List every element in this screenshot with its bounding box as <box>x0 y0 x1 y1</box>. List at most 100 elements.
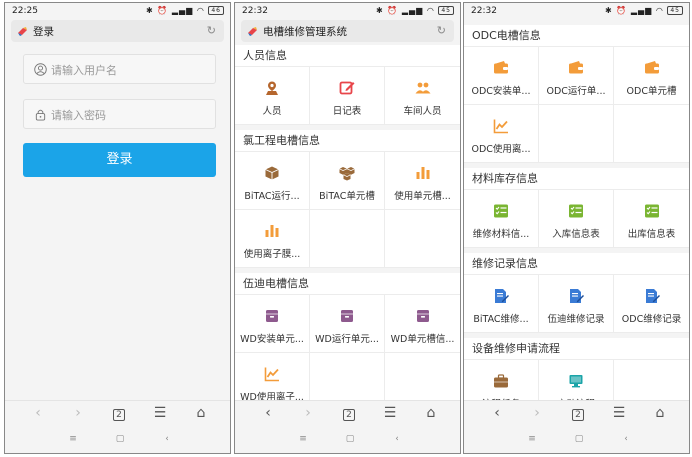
menu-item[interactable]: 使用单元槽... <box>385 152 460 210</box>
menu-grid: 流程任务启动流程 <box>464 360 689 400</box>
menu-item[interactable]: 维修材料信... <box>464 190 539 248</box>
browser-nav-bar: ‹ › 2 ☰ ⌂ <box>464 400 689 425</box>
wallet-icon <box>569 61 583 74</box>
back-icon[interactable]: ‹ <box>259 404 277 422</box>
home-icon[interactable]: ⌂ <box>192 404 210 422</box>
back-icon[interactable]: ‹ <box>488 404 506 422</box>
forward-icon[interactable]: › <box>299 404 317 422</box>
recents-icon[interactable]: ≡ <box>67 433 79 445</box>
tabs-button[interactable]: 2 <box>569 404 587 422</box>
menu-icon[interactable]: ☰ <box>610 404 628 422</box>
briefcase-icon <box>494 374 508 388</box>
refresh-icon[interactable]: ↻ <box>207 24 216 37</box>
menu-item[interactable]: 车间人员 <box>385 67 460 125</box>
menu-grid: WD安装单元... WD运行单元... WD单元槽信... WD使用离子... <box>235 295 460 400</box>
app-logo-icon <box>248 27 257 36</box>
section-repair-records: 维修记录信息 BiTAC维修... 伍迪维修记录 ODC维修记录 <box>464 253 689 333</box>
back-system-icon[interactable]: ‹ <box>161 433 173 445</box>
menu-item[interactable]: BiTAC维修... <box>464 275 539 333</box>
login-button[interactable]: 登录 <box>23 143 216 177</box>
home-system-icon[interactable]: ▢ <box>114 433 126 445</box>
menu-item[interactable]: ODC维修记录 <box>614 275 689 333</box>
menu-item[interactable]: WD安装单元... <box>235 295 310 353</box>
menu-item[interactable]: 出库信息表 <box>614 190 689 248</box>
archive-icon <box>266 310 278 322</box>
username-input[interactable]: 请输入用户名 <box>23 54 216 84</box>
menu-item[interactable]: 流程任务 <box>464 360 539 400</box>
menu-icon[interactable]: ☰ <box>381 404 399 422</box>
cubes-icon <box>339 167 355 181</box>
status-time: 22:25 <box>12 6 38 16</box>
back-system-icon[interactable]: ‹ <box>391 433 403 445</box>
status-time: 22:32 <box>471 6 497 16</box>
menu-item[interactable]: 入库信息表 <box>539 190 614 248</box>
tab-count: 2 <box>113 409 125 421</box>
menu-item[interactable]: WD运行单元... <box>310 295 385 353</box>
menu-item-label: 入库信息表 <box>552 229 600 240</box>
status-icons: ✱ ⏰ ▂▄▆ ◠ 46 <box>146 6 224 15</box>
home-system-icon[interactable]: ▢ <box>344 433 356 445</box>
recents-icon[interactable]: ≡ <box>526 433 538 445</box>
section-personnel: 人员信息 人员 日记表 车间人员 <box>235 45 460 125</box>
back-icon[interactable]: ‹ <box>29 404 47 422</box>
recents-icon[interactable]: ≡ <box>297 433 309 445</box>
menu-item-label: WD运行单元... <box>315 334 379 345</box>
home-icon[interactable]: ⌂ <box>651 404 669 422</box>
empty-cell <box>385 353 460 400</box>
menu-item[interactable]: WD使用离子... <box>235 353 310 400</box>
browser-nav-bar: ‹ › 2 ☰ ⌂ <box>5 400 230 425</box>
menu-item-label: ODC单元槽 <box>626 86 677 97</box>
menu-item[interactable]: ODC使用离... <box>464 105 539 163</box>
section-wudi-cells: 伍迪电槽信息 WD安装单元... WD运行单元... WD单元槽信... WD使用离子… <box>235 273 460 400</box>
status-icons: ✱ ⏰ ▂▄▆ ◠ 45 <box>376 6 454 15</box>
section-title: 维修记录信息 <box>464 253 689 275</box>
cube-icon <box>265 166 279 180</box>
menu-item-label: 出库信息表 <box>627 229 676 240</box>
password-input[interactable]: 请输入密码 <box>23 99 216 129</box>
menu-item-label: 车间人员 <box>403 106 442 117</box>
tab-count: 2 <box>343 409 355 421</box>
bar-chart-icon <box>265 225 279 237</box>
doc-edit-icon <box>495 289 509 303</box>
signal-icon: ▂▄▆ <box>630 6 653 15</box>
tabs-button[interactable]: 2 <box>340 404 358 422</box>
section-title: ODC电槽信息 <box>464 25 689 47</box>
home-icon[interactable]: ⌂ <box>422 404 440 422</box>
bluetooth-icon: ✱ <box>146 6 154 15</box>
forward-icon[interactable]: › <box>69 404 87 422</box>
menu-item[interactable]: 伍迪维修记录 <box>539 275 614 333</box>
status-time: 22:32 <box>242 6 268 16</box>
status-bar: 22:32 ✱ ⏰ ▂▄▆ ◠ 45 <box>235 3 460 19</box>
tab-count: 2 <box>572 409 584 421</box>
bluetooth-icon: ✱ <box>376 6 384 15</box>
section-odc-cells: ODC电槽信息 ODC安装单... ODC运行单... ODC单元槽 ODC使用离..… <box>464 25 689 163</box>
page-title: 电槽维修管理系统 <box>263 26 347 38</box>
doc-edit-icon <box>645 289 660 303</box>
menu-item[interactable]: WD单元槽信... <box>385 295 460 353</box>
section-repair-workflow: 设备维修申请流程 流程任务启动流程 <box>464 338 689 400</box>
refresh-icon[interactable]: ↻ <box>437 24 446 37</box>
wifi-icon: ◠ <box>426 6 435 15</box>
forward-icon[interactable]: › <box>528 404 546 422</box>
lock-icon <box>35 109 46 121</box>
menu-item[interactable]: ODC单元槽 <box>614 47 689 105</box>
menu-item[interactable]: 使用离子膜... <box>235 210 310 268</box>
menu-item[interactable]: BiTAC单元槽 <box>310 152 385 210</box>
empty-cell <box>614 105 689 163</box>
menu-item[interactable]: ODC安装单... <box>464 47 539 105</box>
menu-item[interactable]: 人员 <box>235 67 310 125</box>
menu-item[interactable]: BiTAC运行... <box>235 152 310 210</box>
menu-item[interactable]: 启动流程 <box>539 360 614 400</box>
menu-item-label: 使用单元槽... <box>394 191 451 202</box>
tabs-button[interactable]: 2 <box>110 404 128 422</box>
home-system-icon[interactable]: ▢ <box>573 433 585 445</box>
menu-grid: 维修材料信... 入库信息表 出库信息表 <box>464 190 689 248</box>
menu-item-label: 人员 <box>262 106 282 117</box>
menu-icon[interactable]: ☰ <box>151 404 169 422</box>
section-title: 人员信息 <box>235 45 460 67</box>
back-system-icon[interactable]: ‹ <box>620 433 632 445</box>
menu-item[interactable]: 日记表 <box>310 67 385 125</box>
checklist-icon <box>494 204 508 218</box>
menu-item[interactable]: ODC运行单... <box>539 47 614 105</box>
battery-icon: 45 <box>438 6 454 15</box>
